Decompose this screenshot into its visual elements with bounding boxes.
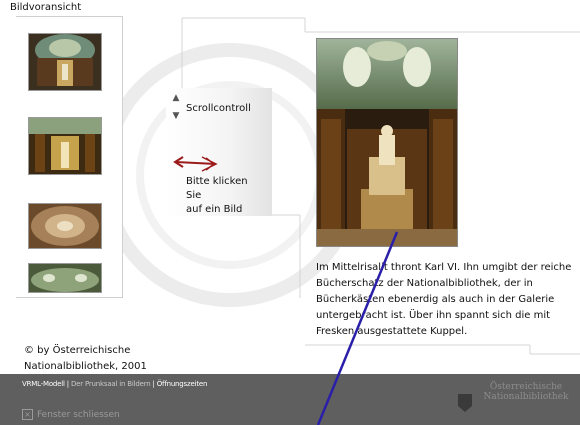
- scroll-control-label: Scrollcontroll: [186, 103, 251, 114]
- nav-vrml-model[interactable]: VRML-Modell: [22, 380, 65, 388]
- arrow-down-icon[interactable]: ▼: [169, 110, 183, 122]
- logo-line-2: Nationalbibliothek: [483, 392, 569, 402]
- hint-line-1: Bitte klicken: [186, 176, 248, 187]
- nav-oeffnungszeiten[interactable]: Öffnungszeiten: [157, 380, 208, 388]
- page-title: Bildvoransicht: [10, 2, 82, 13]
- description-text: Im Mittelrisalit thront Karl VI. Ihn umg…: [316, 262, 572, 337]
- thumbnail-3[interactable]: [28, 203, 102, 249]
- nav-prunksaal-bilder[interactable]: Der Prunksaal in Bildern: [71, 380, 151, 388]
- copyright-line-1: © by Österreichische: [24, 345, 131, 356]
- close-icon: ×: [22, 409, 33, 420]
- hint-line-2: Sie: [186, 190, 202, 201]
- thumbnail-panel: [16, 16, 123, 298]
- thumbnail-4[interactable]: [28, 263, 102, 293]
- click-hint: Bitte klicken Sie auf ein Bild: [186, 175, 262, 217]
- red-arrow-icon: [173, 156, 218, 172]
- copyright-line-2: Nationalbibliothek, 2001: [24, 361, 147, 372]
- hint-line-3: auf ein Bild: [186, 204, 243, 215]
- footer-nav: VRML-Modell | Der Prunksaal in Bildern |…: [22, 380, 207, 388]
- book-logo-icon: [458, 394, 472, 412]
- main-image: [316, 38, 458, 247]
- close-window-button[interactable]: × Fenster schliessen: [22, 409, 120, 420]
- thumbnail-1[interactable]: [28, 33, 102, 91]
- logo-line-1: Österreichische: [489, 382, 563, 392]
- arrow-up-icon[interactable]: ▲: [169, 92, 183, 104]
- copyright: © by Österreichische Nationalbibliothek,…: [24, 343, 147, 375]
- onb-logo: Österreichische Nationalbibliothek: [458, 382, 576, 412]
- thumbnail-2[interactable]: [28, 117, 102, 175]
- close-window-label: Fenster schliessen: [37, 409, 120, 420]
